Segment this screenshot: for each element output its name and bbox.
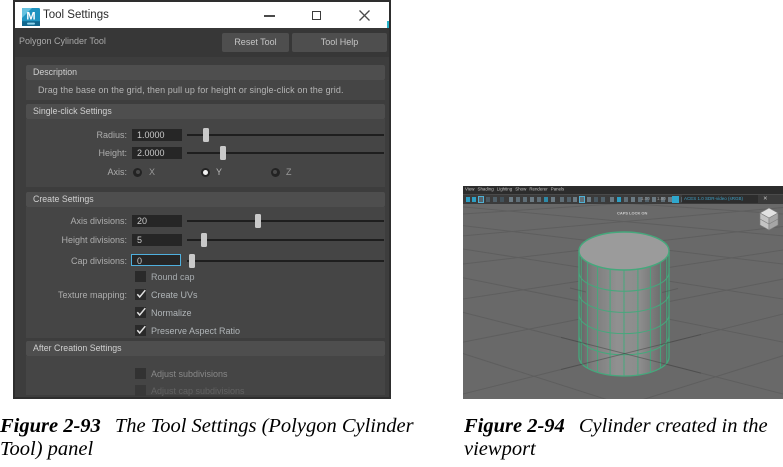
svg-text:M: M <box>26 11 35 23</box>
